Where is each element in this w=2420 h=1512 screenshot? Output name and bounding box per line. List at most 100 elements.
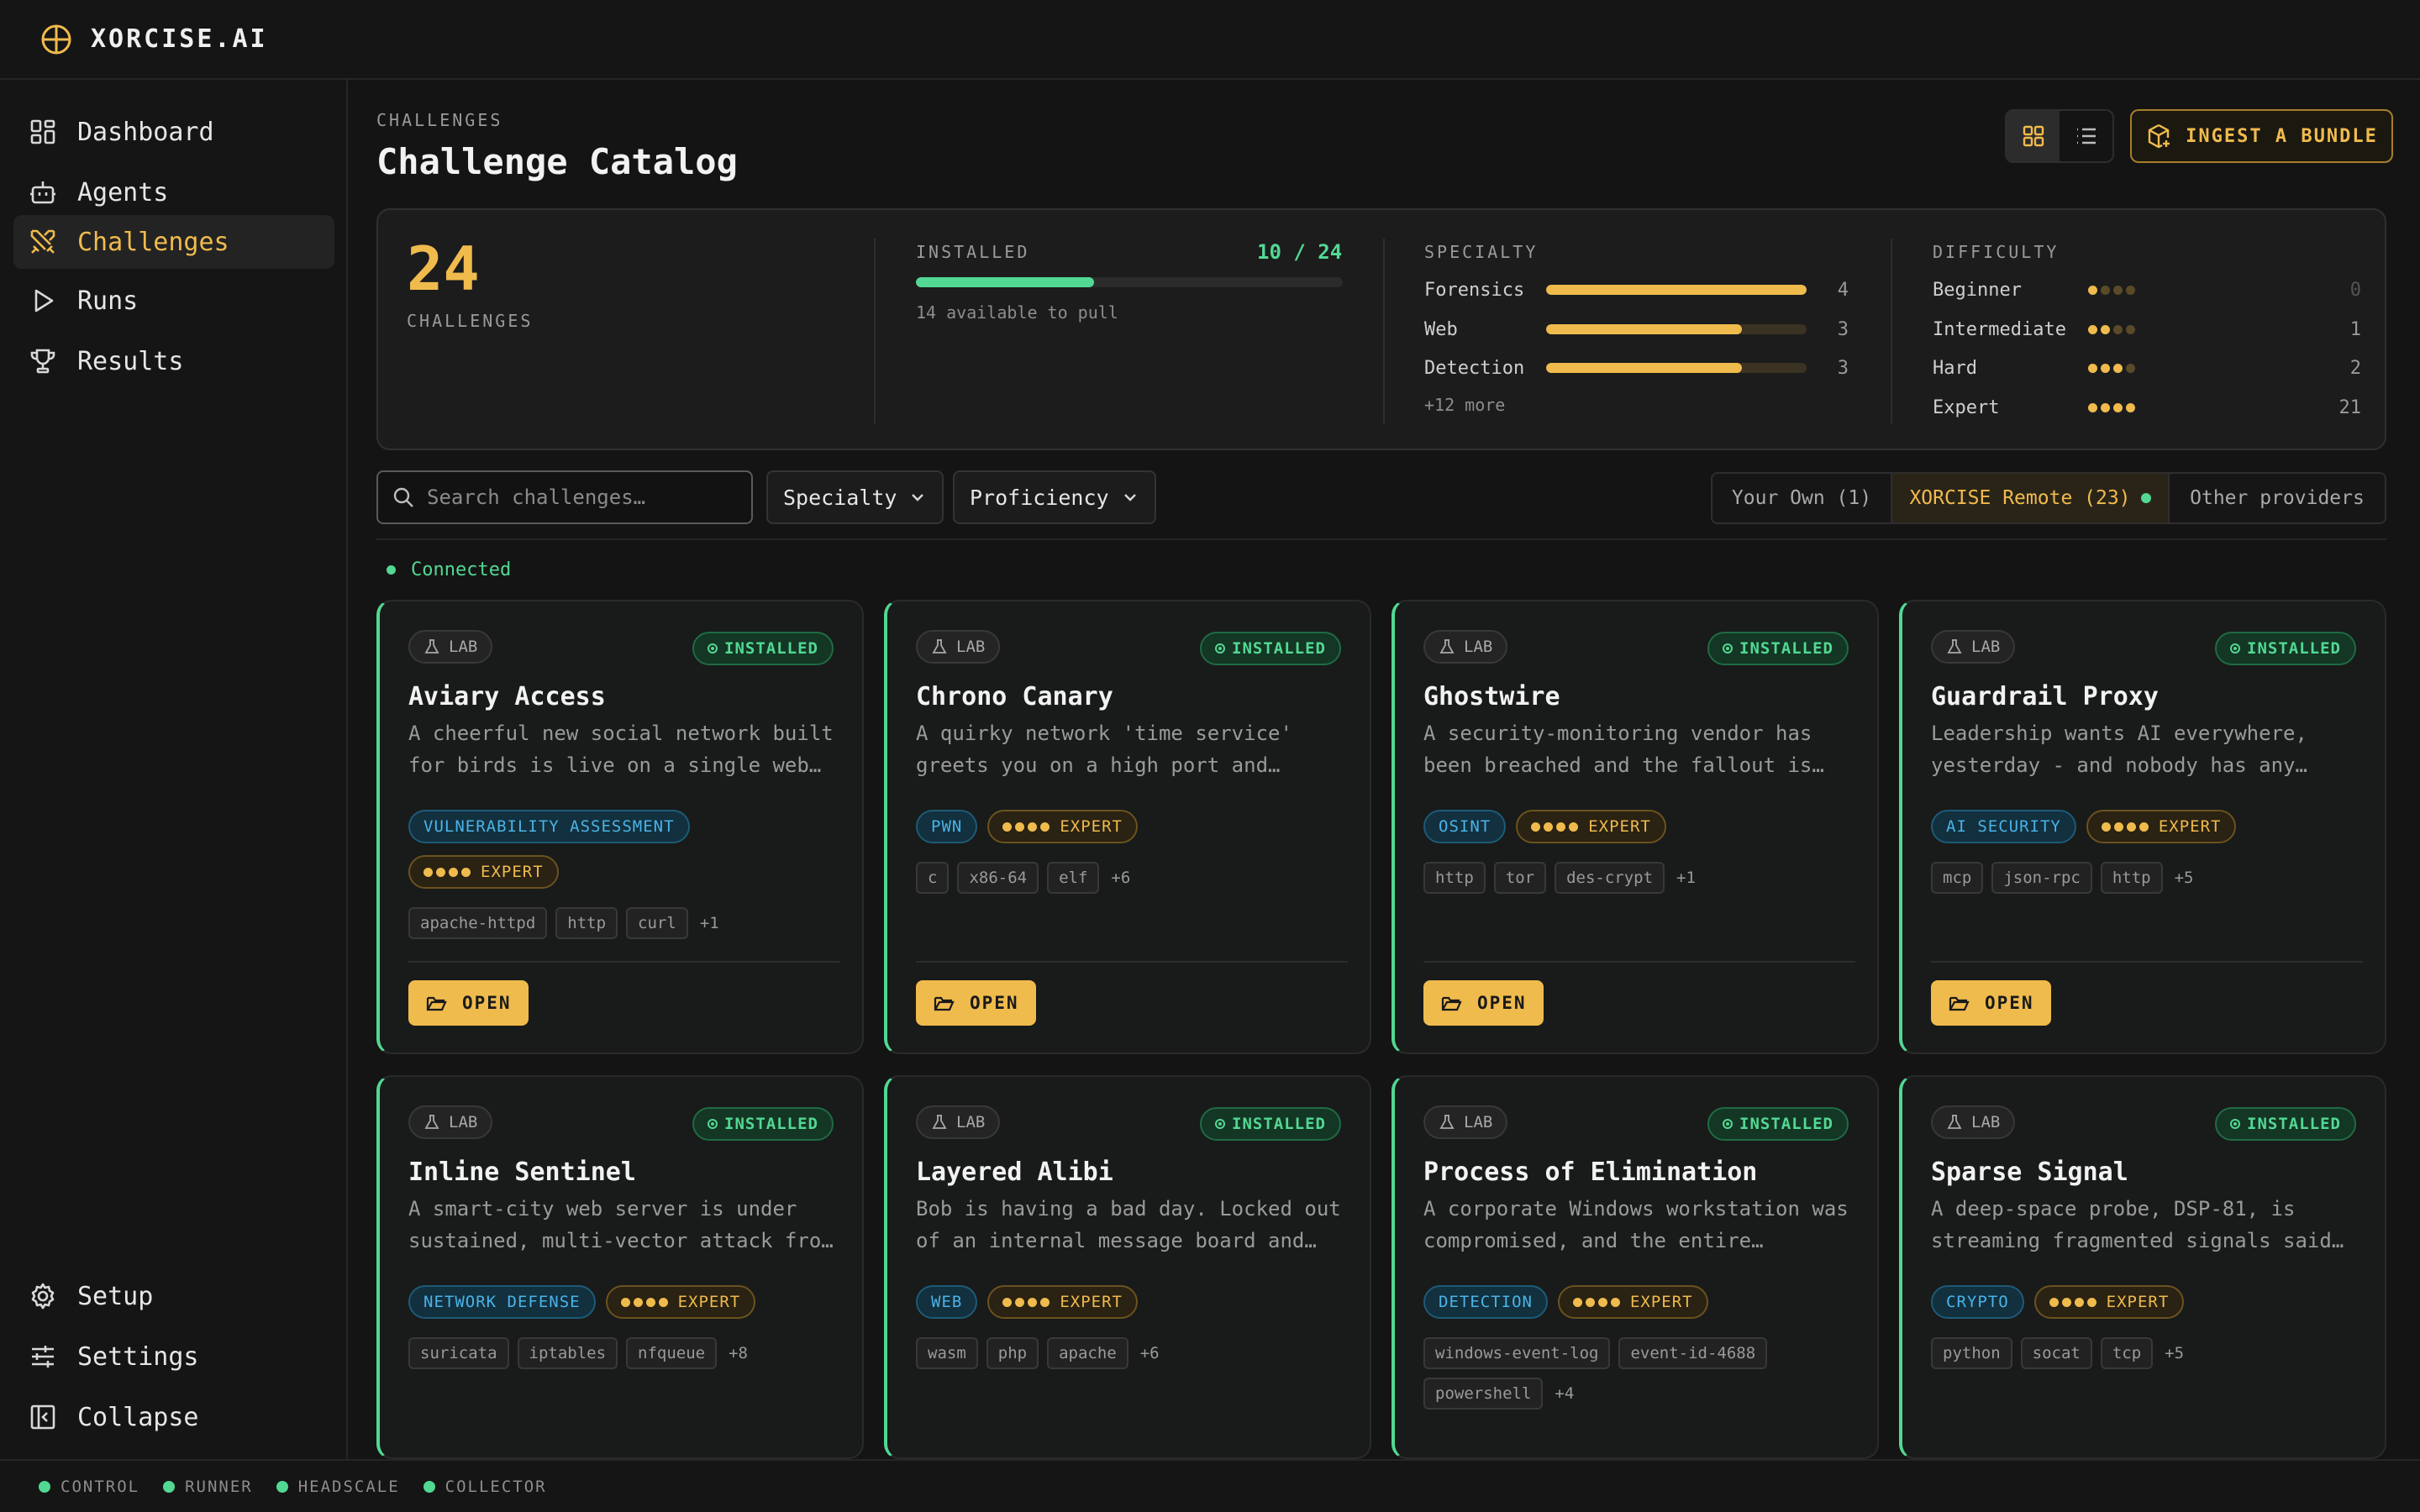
proficiency-tag: EXPERT (605, 1285, 756, 1319)
tech-tag: tcp (2100, 1337, 2154, 1369)
tech-tags: http tor des-crypt +1 (1423, 862, 1860, 894)
robot-icon (30, 181, 55, 204)
card-divider (1423, 961, 1855, 963)
lab-badge-label: LAB (1971, 638, 2001, 656)
level-dot (2088, 324, 2097, 334)
level-dot (2088, 402, 2097, 412)
sidebar-item-settings[interactable]: Settings (13, 1330, 334, 1383)
level-dot (1040, 822, 1050, 832)
difficulty-dots (2088, 285, 2290, 295)
package-plus-icon (2148, 123, 2170, 149)
specialty-tag: WEB (916, 1285, 978, 1319)
more-tags: +5 (2174, 869, 2194, 887)
sidebar-item-label: Collapse (77, 1402, 199, 1432)
proficiency-label: EXPERT (677, 1293, 741, 1311)
description-line: A corporate Windows workstation was (1423, 1197, 1849, 1221)
open-button[interactable]: OPEN (1423, 980, 1544, 1026)
sidebar-item-challenges[interactable]: Challenges (13, 215, 334, 269)
open-button-label: OPEN (970, 993, 1019, 1013)
list-view-button[interactable] (2060, 111, 2112, 161)
sidebar-item-collapse[interactable]: Collapse (13, 1390, 334, 1444)
installed-badge-label: INSTALLED (1232, 1115, 1326, 1133)
specialty-tag: DETECTION (1423, 1285, 1548, 1319)
dashboard-icon (30, 119, 55, 144)
more-tags: +8 (729, 1344, 748, 1362)
view-toggle (2005, 109, 2114, 163)
sidebar-item-results[interactable]: Results (13, 334, 334, 388)
sidebar-item-setup[interactable]: Setup (13, 1269, 334, 1323)
description-line: compromised, and the entire… (1423, 1229, 1764, 1252)
status-dot-icon (39, 1480, 50, 1493)
description-line: been breached and the fallout is… (1423, 753, 1824, 777)
challenge-card[interactable]: LAB INSTALLED Layered Alibi Bob is having a… (884, 1075, 1371, 1459)
challenge-card[interactable]: LAB INSTALLED Sparse Signal A deep-space pr… (1899, 1075, 2386, 1459)
tech-tag: apache-httpd (408, 907, 548, 939)
specialty-tag: AI SECURITY (1931, 810, 2076, 843)
open-button[interactable]: OPEN (1931, 980, 2051, 1026)
level-dot (2101, 822, 2111, 832)
challenge-card[interactable]: LAB INSTALLED Process of Elimination A corp… (1392, 1075, 1879, 1459)
level-dot (2101, 363, 2110, 373)
status-label: COLLECTOR (445, 1477, 547, 1496)
tab-your-own[interactable]: Your Own (1) (1712, 474, 1892, 522)
challenge-description: Bob is having a bad day. Locked out of an… (916, 1193, 1348, 1257)
level-dot (2126, 402, 2135, 412)
grid-view-button[interactable] (2007, 111, 2060, 161)
beaker-icon (1947, 639, 1962, 654)
source-tabs: Your Own (1) XORCISE Remote (23) Other p… (1711, 472, 2386, 524)
tech-tag: python (1931, 1337, 2012, 1369)
ingest-bundle-button[interactable]: INGEST A BUNDLE (2130, 109, 2393, 163)
proficiency-label: EXPERT (2158, 817, 2222, 836)
more-tags: +5 (2165, 1344, 2185, 1362)
challenge-title: Layered Alibi (916, 1158, 1113, 1187)
tech-tag: mcp (1931, 862, 1984, 894)
tech-tag: http (555, 907, 618, 939)
level-dot (424, 867, 433, 877)
tech-tag: powershell (1423, 1378, 1544, 1410)
challenge-description: A corporate Windows workstation was compr… (1423, 1193, 1855, 1257)
level-dot (1028, 1297, 1038, 1307)
challenge-card[interactable]: LAB INSTALLED Inline Sentinel A smart-city … (376, 1075, 864, 1459)
tab-other-providers[interactable]: Other providers (2170, 474, 2385, 522)
sidebar-item-label: Results (77, 346, 184, 376)
proficiency-dropdown[interactable]: Proficiency (953, 470, 1156, 524)
proficiency-dropdown-label: Proficiency (970, 485, 1109, 510)
specialty-dropdown-label: Specialty (783, 485, 897, 510)
proficiency-tag: EXPERT (2033, 1285, 2185, 1319)
installed-progress-fill (916, 277, 1094, 287)
sidebar-item-runs[interactable]: Runs (13, 274, 334, 328)
search-input[interactable] (427, 486, 746, 509)
ingest-bundle-label: INGEST A BUNDLE (2186, 125, 2378, 147)
tech-tags: windows-event-log event-id-4688 powershell… (1423, 1337, 1860, 1410)
tech-tag: x86-64 (957, 862, 1039, 894)
challenge-card[interactable]: LAB INSTALLED Guardrail Proxy Leadership wa… (1899, 600, 2386, 1054)
sidebar-item-dashboard[interactable]: Dashboard (13, 105, 334, 159)
sidebar-item-agents[interactable]: Agents (13, 165, 334, 219)
challenge-card[interactable]: LAB INSTALLED Aviary Access A cheerful new … (376, 600, 864, 1054)
description-line: A security-monitoring vendor has (1423, 722, 1812, 745)
tab-xorcise-remote[interactable]: XORCISE Remote (23) (1892, 474, 2170, 522)
lab-badge: LAB (408, 630, 493, 664)
challenge-description: A quirky network 'time service' greets yo… (916, 717, 1348, 781)
open-button[interactable]: OPEN (916, 980, 1036, 1026)
challenge-card[interactable]: LAB INSTALLED Chrono Canary A quirky networ… (884, 600, 1371, 1054)
challenge-card[interactable]: LAB INSTALLED Ghostwire A security-monitori… (1392, 600, 1879, 1054)
level-dot (2113, 402, 2123, 412)
specialty-bar (1546, 285, 1807, 295)
tab-label: Other providers (2190, 487, 2365, 509)
difficulty-dots (1572, 1297, 1623, 1307)
specialty-dropdown[interactable]: Specialty (766, 470, 944, 524)
gear-icon (31, 1283, 55, 1310)
level-dot (2088, 285, 2097, 295)
sidebar-item-label: Runs (77, 286, 139, 316)
specialty-tag: NETWORK DEFENSE (408, 1285, 596, 1319)
open-button[interactable]: OPEN (408, 980, 529, 1026)
card-divider (408, 961, 840, 963)
chevron-down-icon (1123, 494, 1136, 501)
level-dot (461, 867, 471, 877)
more-tags: +4 (1555, 1384, 1575, 1403)
beaker-icon (932, 639, 947, 654)
difficulty-dots (1002, 822, 1053, 832)
level-dot (2101, 324, 2110, 334)
installed-badge: INSTALLED (692, 632, 834, 665)
